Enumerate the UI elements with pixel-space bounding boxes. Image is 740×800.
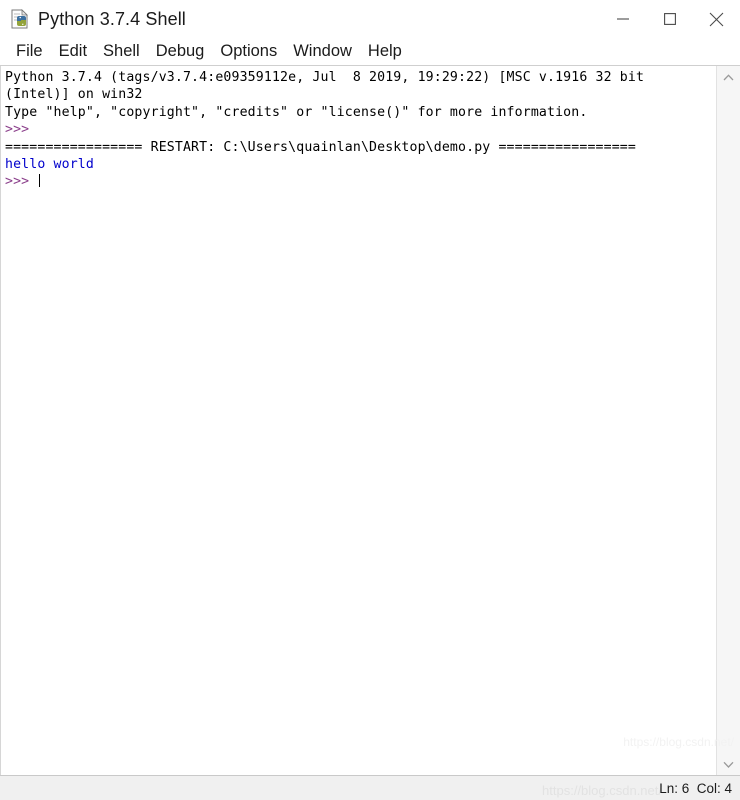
console-line: (Intel)] on win32 — [5, 86, 716, 103]
console-line: Type "help", "copyright", "credits" or "… — [5, 104, 716, 121]
menu-item-options[interactable]: Options — [212, 42, 285, 61]
maximize-button[interactable] — [646, 0, 693, 38]
menu-item-debug[interactable]: Debug — [148, 42, 213, 61]
site-watermark: https://blog.csdn.net/ — [542, 783, 662, 798]
console-line: hello world — [5, 156, 716, 173]
console-output: Python 3.7.4 (tags/v3.7.4:e09359112e, Ju… — [5, 69, 716, 191]
scrollbar-track[interactable] — [717, 88, 740, 753]
shell-body: Python 3.7.4 (tags/v3.7.4:e09359112e, Ju… — [0, 65, 740, 775]
title-bar: Python 3.7.4 Shell — [0, 0, 740, 38]
scroll-up-arrow[interactable] — [717, 66, 740, 88]
console-line: ================= RESTART: C:\Users\quai… — [5, 139, 716, 156]
console-output-text: hello world — [5, 156, 94, 172]
console-text: (Intel)] on win32 — [5, 87, 143, 103]
console-prompt: >>> — [5, 174, 38, 190]
menu-item-window[interactable]: Window — [285, 42, 360, 61]
menu-item-help[interactable]: Help — [360, 42, 410, 61]
menu-item-shell[interactable]: Shell — [95, 42, 148, 61]
console-text: Type "help", "copyright", "credits" or "… — [5, 104, 588, 120]
window-controls — [599, 0, 740, 38]
shell-text-area[interactable]: Python 3.7.4 (tags/v3.7.4:e09359112e, Ju… — [0, 66, 716, 775]
scroll-down-arrow[interactable] — [717, 753, 740, 775]
console-line: >>> — [5, 121, 716, 138]
console-text: Python 3.7.4 (tags/v3.7.4:e09359112e, Ju… — [5, 70, 645, 85]
console-prompt: >>> — [5, 122, 30, 138]
minimize-button[interactable] — [599, 0, 646, 38]
menu-bar: File Edit Shell Debug Options Window Hel… — [0, 38, 740, 65]
text-cursor — [39, 174, 41, 188]
vertical-scrollbar[interactable] — [716, 66, 740, 775]
console-line: Python 3.7.4 (tags/v3.7.4:e09359112e, Ju… — [5, 69, 716, 86]
menu-item-edit[interactable]: Edit — [51, 42, 95, 61]
idle-python-file-icon — [9, 8, 31, 30]
cursor-position-status: Ln: 6 Col: 4 — [659, 780, 732, 796]
window-title: Python 3.7.4 Shell — [38, 8, 186, 29]
close-button[interactable] — [693, 0, 740, 38]
console-text: ================= RESTART: C:\Users\quai… — [5, 139, 636, 155]
status-bar: https://blog.csdn.net/ Ln: 6 Col: 4 — [0, 775, 740, 800]
idle-shell-window: Python 3.7.4 Shell File Edit Shell Debug… — [0, 0, 740, 800]
menu-item-file[interactable]: File — [8, 42, 51, 61]
console-line: >>> — [5, 173, 716, 190]
